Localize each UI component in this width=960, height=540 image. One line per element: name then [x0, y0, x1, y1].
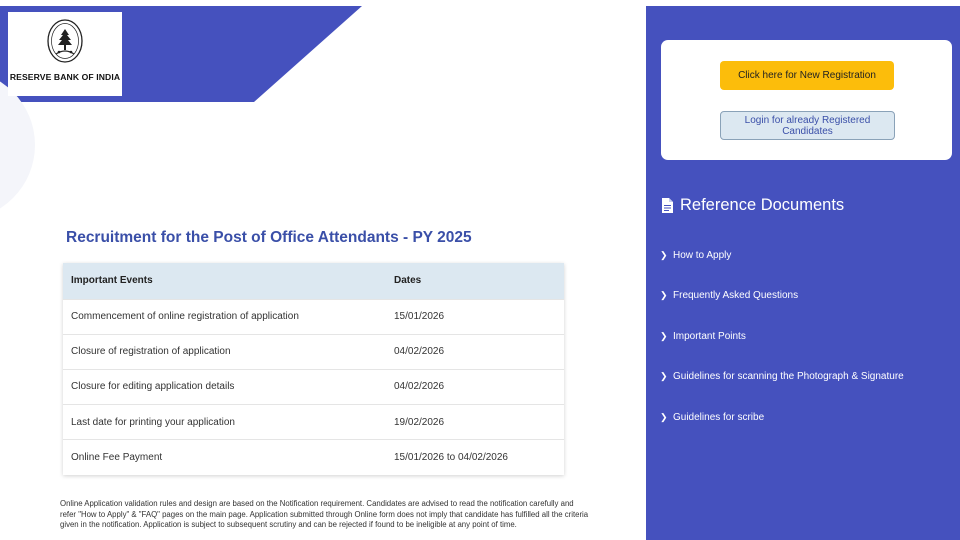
table-header-row: Important Events Dates	[63, 263, 564, 299]
date-cell: 19/02/2026	[386, 404, 564, 440]
event-cell: Closure of registration of application	[63, 333, 386, 370]
ref-link-label: How to Apply	[673, 249, 732, 261]
document-icon	[662, 198, 673, 213]
registration-card: Click here for New Registration Login fo…	[661, 40, 952, 160]
reference-documents-list: ❯ How to Apply ❯ Frequently Asked Questi…	[660, 235, 904, 438]
rbi-emblem-icon	[47, 19, 83, 63]
table-row: Commencement of online registration of a…	[63, 298, 564, 335]
chevron-right-icon: ❯	[660, 330, 668, 341]
page-title: Recruitment for the Post of Office Atten…	[66, 229, 472, 246]
ref-link-label: Guidelines for scanning the Photograph &…	[673, 371, 904, 383]
event-cell: Last date for printing your application	[63, 404, 386, 440]
chevron-right-icon: ❯	[660, 290, 668, 301]
column-header-dates: Dates	[386, 263, 564, 299]
ref-link-faq[interactable]: ❯ Frequently Asked Questions	[660, 276, 904, 317]
important-events-table: Important Events Dates Commencement of o…	[63, 263, 564, 475]
ref-link-label: Important Points	[673, 330, 746, 342]
logo-text: RESERVE BANK OF INDIA	[9, 72, 121, 82]
reference-documents-title: Reference Documents	[680, 196, 845, 214]
event-cell: Commencement of online registration of a…	[63, 298, 386, 335]
table-row: Closure for editing application details …	[63, 368, 564, 405]
event-cell: Closure for editing application details	[63, 368, 386, 405]
date-cell: 04/02/2026	[386, 368, 564, 405]
rbi-logo: RESERVE BANK OF INDIA	[8, 12, 122, 96]
registered-login-button[interactable]: Login for already Registered Candidates	[720, 111, 895, 140]
ref-link-how-to-apply[interactable]: ❯ How to Apply	[660, 235, 904, 276]
ref-link-photo-guidelines[interactable]: ❯ Guidelines for scanning the Photograph…	[660, 357, 904, 398]
table-row: Closure of registration of application 0…	[63, 333, 564, 370]
date-cell: 15/01/2026 to 04/02/2026	[386, 439, 564, 475]
chevron-right-icon: ❯	[660, 249, 668, 260]
chevron-right-icon: ❯	[660, 411, 668, 422]
event-cell: Online Fee Payment	[63, 439, 386, 475]
new-registration-button[interactable]: Click here for New Registration	[720, 61, 894, 90]
ref-link-scribe-guidelines[interactable]: ❯ Guidelines for scribe	[660, 397, 904, 438]
ref-link-label: Frequently Asked Questions	[673, 290, 799, 302]
sidebar: Click here for New Registration Login fo…	[646, 6, 960, 540]
table-row: Online Fee Payment 15/01/2026 to 04/02/2…	[63, 439, 564, 475]
chevron-right-icon: ❯	[660, 371, 668, 382]
date-cell: 04/02/2026	[386, 333, 564, 370]
table-row: Last date for printing your application …	[63, 404, 564, 440]
ref-link-label: Guidelines for scribe	[673, 411, 765, 423]
disclaimer-note: Online Application validation rules and …	[60, 499, 589, 530]
column-header-events: Important Events	[63, 263, 386, 299]
ref-link-important-points[interactable]: ❯ Important Points	[660, 316, 904, 357]
date-cell: 15/01/2026	[386, 298, 564, 335]
reference-documents-heading: Reference Documents	[662, 196, 844, 215]
